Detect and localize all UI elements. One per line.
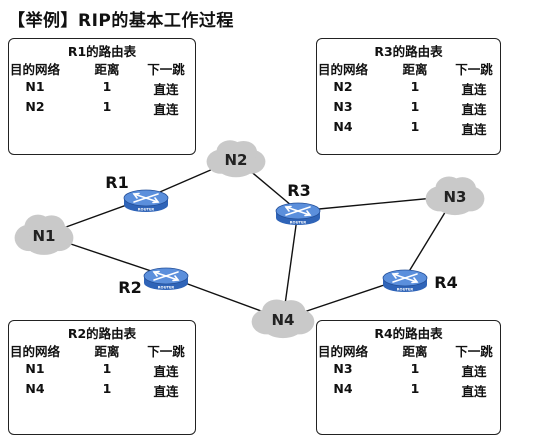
table-cell: N1 — [25, 79, 45, 94]
table-cell: 1 — [410, 99, 420, 114]
router-r1: ROUTER — [123, 189, 169, 212]
column-header: 距离 — [94, 344, 120, 359]
table-cell: 1 — [102, 79, 112, 94]
table-caption: R3的路由表 — [374, 44, 443, 59]
table-cell: 1 — [410, 381, 420, 396]
column-header: 下一跳 — [455, 344, 493, 359]
table-cell: N3 — [333, 361, 353, 376]
table-cell: N2 — [25, 99, 45, 114]
table-cell: 直连 — [461, 364, 487, 379]
routing-table-r3: R3的路由表 目的网络 距离 下一跳 N2 1 直连 N3 1 直连 N4 1 直连 — [316, 38, 501, 155]
router-r3: ROUTER — [275, 202, 321, 225]
table-cell: 1 — [102, 99, 112, 114]
table-cell: N1 — [25, 361, 45, 376]
router-r4: ROUTER — [382, 269, 428, 292]
table-cell: 直连 — [153, 102, 179, 117]
router-badge: ROUTER — [290, 221, 307, 225]
column-header: 目的网络 — [9, 62, 60, 77]
table-cell: 直连 — [153, 82, 179, 97]
network-cloud-n1: N1 — [14, 214, 74, 255]
router-label-r2: R2 — [118, 278, 141, 297]
column-header: 距离 — [94, 62, 120, 77]
router-label-r1: R1 — [105, 173, 128, 192]
table-caption: R2的路由表 — [67, 326, 137, 341]
router-label-r4: R4 — [434, 273, 457, 292]
network-cloud-n3: N3 — [425, 176, 485, 216]
table-cell: 直连 — [153, 364, 179, 379]
table-caption: R4的路由表 — [374, 326, 443, 341]
network-label-n1: N1 — [33, 227, 56, 245]
table-cell: 1 — [410, 361, 420, 376]
column-header: 下一跳 — [455, 62, 493, 77]
table-cell: 直连 — [461, 384, 487, 399]
table-cell: N4 — [25, 381, 45, 396]
routing-table-r4: R4的路由表 目的网络 距离 下一跳 N3 1 直连 N4 1 直连 — [316, 320, 501, 435]
column-header: 目的网络 — [9, 344, 60, 359]
table-cell: N2 — [333, 79, 353, 94]
table-cell: 1 — [410, 119, 420, 134]
table-cell: 1 — [410, 79, 420, 94]
network-label-n4: N4 — [272, 311, 295, 329]
table-cell: 直连 — [461, 122, 487, 137]
column-header: 下一跳 — [147, 344, 185, 359]
table-caption: R1的路由表 — [67, 44, 137, 59]
router-label-r3: R3 — [287, 181, 310, 200]
column-header: 目的网络 — [317, 62, 368, 77]
table-cell: N3 — [333, 99, 353, 114]
column-header: 目的网络 — [317, 344, 368, 359]
network-cloud-n4: N4 — [251, 299, 315, 339]
column-header: 距离 — [402, 344, 428, 359]
router-badge: ROUTER — [158, 286, 175, 290]
table-cell: 直连 — [153, 384, 179, 399]
network-label-n3: N3 — [444, 188, 467, 206]
table-cell: N4 — [333, 381, 353, 396]
network-label-n2: N2 — [225, 151, 248, 169]
table-cell: 1 — [102, 381, 112, 396]
table-cell: 直连 — [461, 82, 487, 97]
routing-table-r2: R2的路由表 目的网络 距离 下一跳 N1 1 直连 N4 1 直连 — [8, 320, 196, 435]
router-badge: ROUTER — [138, 208, 155, 212]
routing-table-r1: R1的路由表 目的网络 距离 下一跳 N1 1 直连 N2 1 直连 — [8, 38, 196, 155]
network-diagram: 【举例】RIP的基本工作过程 N1 N2 N3 N4 ROUTER R1 ROUTER R2 R… — [0, 0, 543, 441]
table-cell: 直连 — [461, 102, 487, 117]
router-badge: ROUTER — [397, 288, 414, 292]
column-header: 距离 — [402, 62, 428, 77]
table-cell: 1 — [102, 361, 112, 376]
column-header: 下一跳 — [147, 62, 185, 77]
router-r2: ROUTER — [143, 267, 189, 290]
network-cloud-n2: N2 — [206, 140, 266, 178]
table-cell: N4 — [333, 119, 353, 134]
